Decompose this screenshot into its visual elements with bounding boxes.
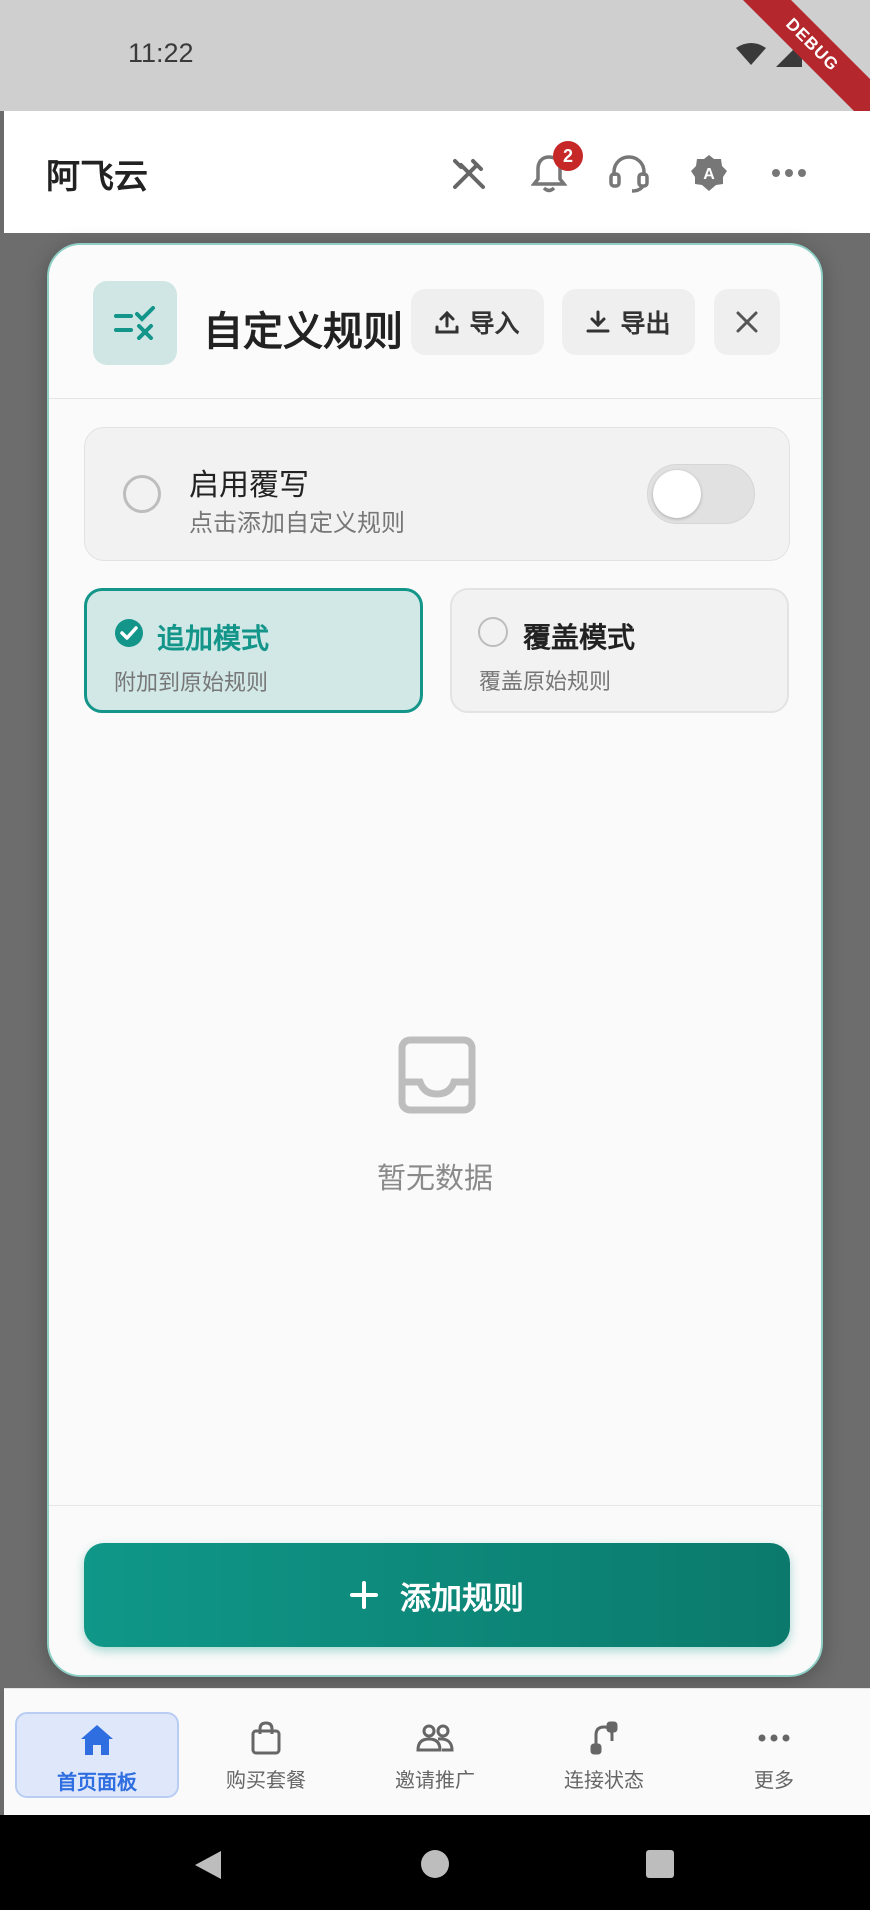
svg-text:A: A	[703, 166, 715, 183]
cover-mode-radio[interactable]	[478, 617, 508, 647]
append-mode-subtitle: 附加到原始规则	[114, 671, 269, 696]
notification-bell-icon[interactable]: 2	[525, 141, 583, 197]
nav-item-connection-status[interactable]: 连接状态	[522, 1712, 686, 1798]
toggle-knob	[653, 470, 701, 518]
add-rule-label: 添加规则	[400, 1580, 524, 1617]
wifi-icon	[736, 43, 766, 65]
more-icon	[754, 1718, 794, 1758]
cover-mode-card[interactable]: 覆盖模式 覆盖原始规则	[450, 588, 789, 713]
export-button[interactable]: 导出	[562, 289, 695, 355]
route-icon	[584, 1718, 624, 1758]
recents-icon[interactable]	[645, 1849, 675, 1879]
app-bar: 阿飞云 2 A	[4, 111, 870, 233]
home-circle-icon[interactable]	[420, 1849, 450, 1879]
back-icon[interactable]	[193, 1849, 223, 1881]
cover-mode-subtitle: 覆盖原始规则	[479, 670, 612, 695]
append-mode-card[interactable]: 追加模式 附加到原始规则	[84, 588, 423, 713]
group-icon	[415, 1718, 455, 1758]
dialog-header: 自定义规则 导入 导出	[49, 245, 821, 399]
status-bar: 11:22 DEBUG	[0, 0, 870, 135]
nav-item-more[interactable]: 更多	[692, 1712, 856, 1798]
nav-item-invite[interactable]: 邀请推广	[353, 1712, 517, 1798]
rules-logo-icon	[93, 281, 177, 365]
empty-state-text: 暂无数据	[376, 1161, 493, 1195]
nav-label-buy-plan: 购买套餐	[226, 1768, 306, 1792]
upload-icon	[435, 310, 459, 334]
enable-toggle[interactable]	[647, 464, 755, 524]
custom-rules-dialog: 自定义规则 导入 导出 启用覆写 点击添加自定义规则 追加模式 附加到原始规则 …	[47, 243, 823, 1677]
add-rule-button[interactable]: 添加规则	[84, 1543, 790, 1647]
empty-inbox-icon	[398, 1036, 476, 1114]
enable-title: 启用覆写	[189, 468, 309, 503]
enable-subtitle: 点击添加自定义规则	[189, 509, 405, 537]
bottom-navigation: 首页面板 购买套餐 邀请推广 连接状态 更多	[4, 1688, 870, 1815]
notification-count-badge: 2	[553, 141, 583, 171]
dialog-title: 自定义规则	[203, 309, 403, 355]
import-button[interactable]: 导入	[411, 289, 544, 355]
enable-override-card[interactable]: 启用覆写 点击添加自定义规则	[84, 427, 790, 561]
export-label: 导出	[620, 309, 671, 338]
headset-icon[interactable]	[605, 149, 653, 197]
check-circle-icon	[115, 619, 143, 647]
enable-radio[interactable]	[123, 475, 161, 513]
nav-item-home[interactable]: 首页面板	[15, 1712, 179, 1798]
account-badge-icon[interactable]: A	[685, 149, 733, 197]
download-icon	[586, 310, 610, 333]
import-label: 导入	[469, 309, 520, 338]
close-button[interactable]	[714, 289, 780, 355]
nav-label-invite: 邀请推广	[395, 1768, 475, 1792]
more-menu-icon[interactable]	[765, 149, 813, 197]
nav-label-home: 首页面板	[57, 1770, 137, 1794]
tools-icon[interactable]	[445, 149, 493, 197]
system-navigation-bar	[0, 1815, 870, 1910]
app-title: 阿飞云	[46, 157, 148, 197]
nav-item-buy-plan[interactable]: 购买套餐	[184, 1712, 348, 1798]
cover-mode-title: 覆盖模式	[523, 621, 636, 654]
plus-icon	[350, 1581, 378, 1609]
dialog-footer: 添加规则	[49, 1505, 821, 1675]
nav-label-more: 更多	[754, 1768, 794, 1792]
home-icon	[77, 1720, 117, 1760]
nav-label-connection-status: 连接状态	[564, 1768, 644, 1792]
status-time: 11:22	[128, 38, 194, 68]
close-icon	[736, 311, 758, 333]
shopping-bag-icon	[246, 1718, 286, 1758]
append-mode-title: 追加模式	[157, 622, 270, 655]
